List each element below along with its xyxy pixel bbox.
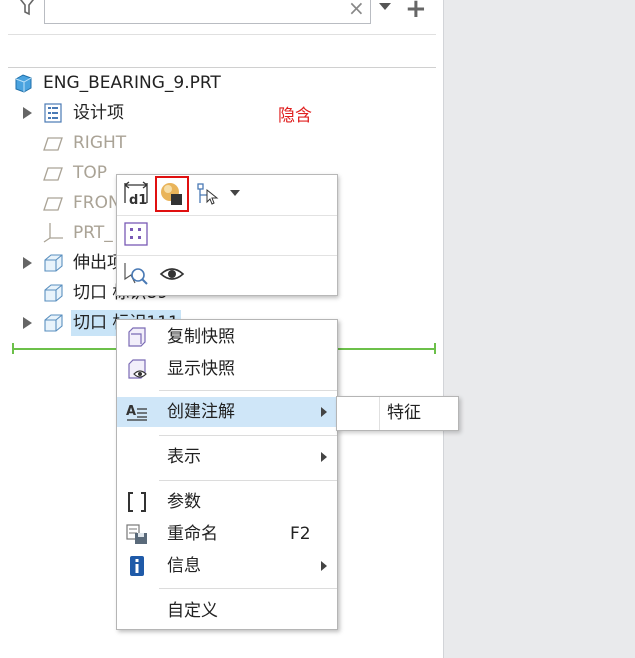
tree-item-label: PRT_ [73,223,113,243]
filter-dropdown-icon[interactable] [379,3,391,10]
design-items-icon [44,103,62,123]
menu-item-copy-snapshot[interactable]: 复制快照 [117,322,337,352]
tree-item-label: TOP [73,163,108,183]
zoom-to-selected-icon[interactable] [123,261,149,287]
info-icon [130,556,144,576]
menu-item-parameters[interactable]: 参数 [117,487,337,517]
search-input[interactable] [44,0,371,24]
graphics-area[interactable] [444,0,635,658]
expand-icon[interactable] [23,107,32,119]
menu-item-rename[interactable]: 重命名 F2 [117,519,337,549]
menu-item-label: 信息 [167,556,201,576]
menu-separator [159,480,337,481]
parameters-icon [128,492,146,512]
tree-item-label: RIGHT [73,133,127,153]
svg-text:A: A [126,404,136,419]
add-filter-icon[interactable]: + [405,0,427,24]
show-icon[interactable] [159,261,185,287]
menu-item-label: 显示快照 [167,359,235,379]
suppressed-label: 隐含 [278,106,312,126]
insert-line-cap [434,343,436,354]
mini-toolbar: d1 [116,174,338,296]
mini-separator [117,255,337,256]
mini-dropdown-arrow-icon[interactable] [230,190,240,196]
part-icon [15,74,32,93]
menu-item-label: 参数 [167,492,201,512]
svg-text:d1: d1 [129,193,147,207]
menu-item-label: 复制快照 [167,327,235,347]
tree-item-label: FRON [73,193,121,213]
copy-snapshot-icon [128,327,146,347]
annotation-submenu: 特征 [336,396,459,431]
extrude-icon [44,254,63,272]
submenu-arrow-icon [321,561,327,571]
dimension-icon[interactable]: d1 [123,181,149,207]
submenu-arrow-icon [321,407,327,417]
submenu-arrow-icon [321,452,327,462]
cut-icon [44,284,63,302]
tree-item-label: 设计项 [73,103,124,123]
tree-root-label: ENG_BEARING_9.PRT [43,73,221,93]
menu-item-customize[interactable]: 自定义 [117,596,337,626]
show-snapshot-icon [128,359,147,379]
menu-item-label: 自定义 [167,601,218,621]
menu-separator [159,588,337,589]
select-dropdown-icon[interactable] [195,181,221,207]
pattern-icon[interactable] [123,221,149,247]
clear-search-icon[interactable]: × [348,0,365,20]
menu-item-label: 创建注解 [167,402,235,422]
submenu-separator [379,397,380,430]
submenu-item-feature[interactable]: 特征 [387,400,421,426]
context-menu: 复制快照 显示快照 A 创建注解 表示 参数 重命名 F2 信息 自定义 [116,319,338,630]
menu-item-accelerator: F2 [290,524,311,544]
pane-divider[interactable] [443,0,444,658]
mini-separator [117,215,337,216]
expand-icon[interactable] [23,317,32,329]
insert-line-cap [12,343,14,354]
menu-item-show-snapshot[interactable]: 显示快照 [117,354,337,384]
datum-plane-icon [43,137,63,151]
menu-separator [159,435,337,436]
menu-item-label: 重命名 [167,524,218,544]
datum-plane-icon [43,197,63,211]
menu-item-representation[interactable]: 表示 [117,442,337,472]
coordinate-system-icon [43,223,63,243]
menu-item-label: 表示 [167,447,201,467]
menu-item-info[interactable]: 信息 [117,551,337,581]
expand-icon[interactable] [23,257,32,269]
datum-plane-icon [43,167,63,181]
annotation-icon: A [126,404,147,421]
menu-item-create-annotation[interactable]: A 创建注解 [117,397,337,427]
cut-icon [44,314,63,332]
menu-separator [159,390,337,391]
highlight-box [155,176,189,212]
filter-icon[interactable] [14,0,40,18]
tree-item-design-items[interactable]: 设计项 [20,100,320,126]
filter-strip [8,34,436,68]
rename-icon [126,524,147,544]
